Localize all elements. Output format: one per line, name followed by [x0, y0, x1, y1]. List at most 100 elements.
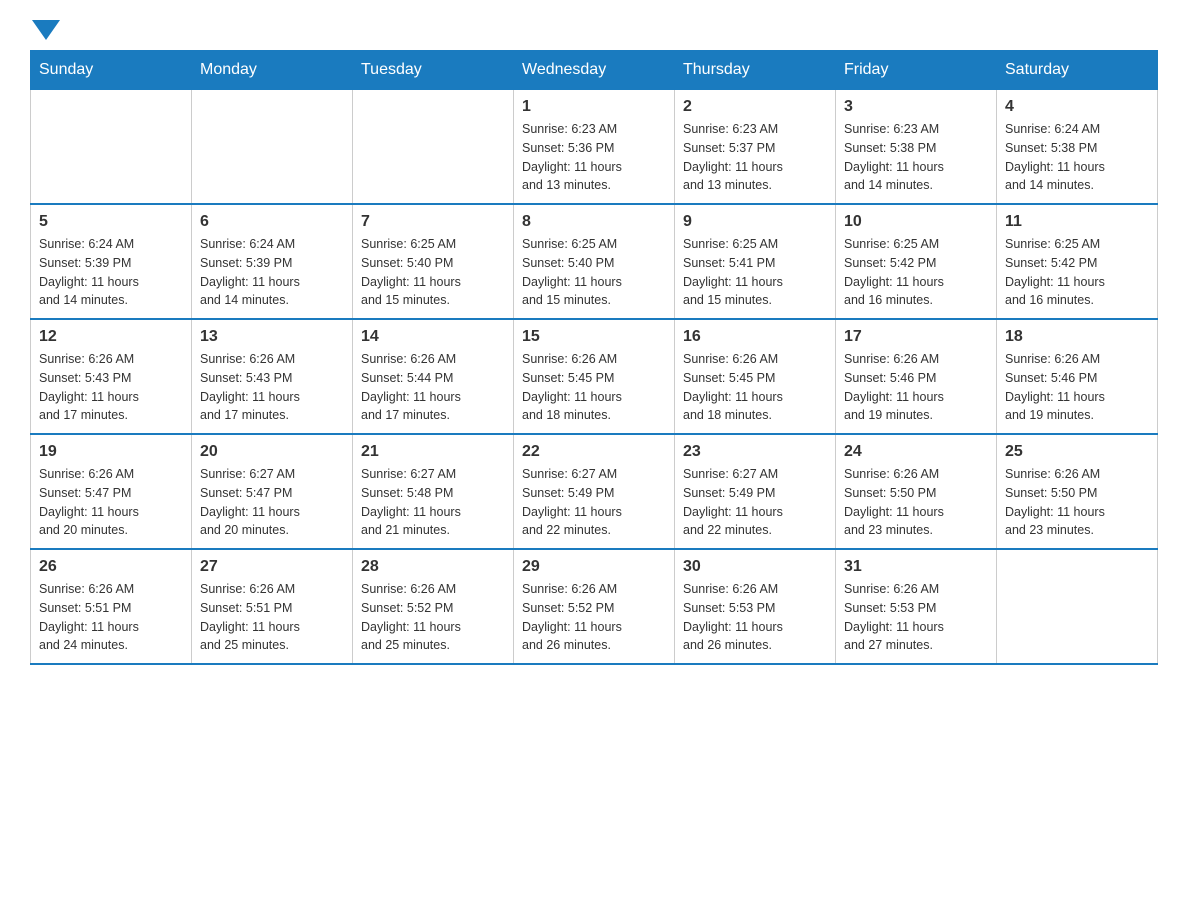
calendar-cell [31, 90, 192, 205]
calendar-cell: 7 Sunrise: 6:25 AM Sunset: 5:40 PM Daylig… [353, 204, 514, 319]
day-number: 19 [39, 443, 183, 461]
day-number: 5 [39, 213, 183, 231]
day-info: Sunrise: 6:26 AM Sunset: 5:47 PM Dayligh… [39, 465, 183, 540]
calendar-cell: 2 Sunrise: 6:23 AM Sunset: 5:37 PM Daylig… [675, 90, 836, 205]
calendar-cell: 12 Sunrise: 6:26 AM Sunset: 5:43 PM Dayli… [31, 319, 192, 434]
day-number: 22 [522, 443, 666, 461]
day-number: 29 [522, 558, 666, 576]
calendar-cell [192, 90, 353, 205]
calendar-week-row: 26 Sunrise: 6:26 AM Sunset: 5:51 PM Dayli… [31, 549, 1158, 664]
day-number: 9 [683, 213, 827, 231]
calendar-week-row: 1Sunrise: 6:23 AM Sunset: 5:36 PM Daylig… [31, 90, 1158, 205]
day-number: 14 [361, 328, 505, 346]
day-info: Sunrise: 6:23 AM Sunset: 5:38 PM Dayligh… [844, 120, 988, 195]
weekday-header-friday: Friday [836, 51, 997, 90]
calendar-cell: 14 Sunrise: 6:26 AM Sunset: 5:44 PM Dayli… [353, 319, 514, 434]
calendar-cell: 9 Sunrise: 6:25 AM Sunset: 5:41 PM Daylig… [675, 204, 836, 319]
day-number: 2 [683, 98, 827, 116]
calendar-cell: 20 Sunrise: 6:27 AM Sunset: 5:47 PM Dayli… [192, 434, 353, 549]
day-info: Sunrise: 6:26 AM Sunset: 5:52 PM Dayligh… [361, 580, 505, 655]
day-number: 12 [39, 328, 183, 346]
calendar-body: 1Sunrise: 6:23 AM Sunset: 5:36 PM Daylig… [31, 90, 1158, 665]
day-info: Sunrise: 6:26 AM Sunset: 5:45 PM Dayligh… [683, 350, 827, 425]
day-info: Sunrise: 6:26 AM Sunset: 5:51 PM Dayligh… [39, 580, 183, 655]
calendar-cell: 5Sunrise: 6:24 AM Sunset: 5:39 PM Daylig… [31, 204, 192, 319]
day-number: 13 [200, 328, 344, 346]
day-info: Sunrise: 6:26 AM Sunset: 5:50 PM Dayligh… [1005, 465, 1149, 540]
weekday-header-sunday: Sunday [31, 51, 192, 90]
day-info: Sunrise: 6:23 AM Sunset: 5:37 PM Dayligh… [683, 120, 827, 195]
day-number: 15 [522, 328, 666, 346]
calendar-cell: 23Sunrise: 6:27 AM Sunset: 5:49 PM Dayli… [675, 434, 836, 549]
day-info: Sunrise: 6:24 AM Sunset: 5:38 PM Dayligh… [1005, 120, 1149, 195]
day-info: Sunrise: 6:26 AM Sunset: 5:53 PM Dayligh… [683, 580, 827, 655]
calendar-cell: 17 Sunrise: 6:26 AM Sunset: 5:46 PM Dayli… [836, 319, 997, 434]
weekday-header-row: SundayMondayTuesdayWednesdayThursdayFrid… [31, 51, 1158, 90]
day-number: 7 [361, 213, 505, 231]
day-number: 31 [844, 558, 988, 576]
day-number: 1 [522, 98, 666, 116]
day-number: 6 [200, 213, 344, 231]
day-info: Sunrise: 6:26 AM Sunset: 5:44 PM Dayligh… [361, 350, 505, 425]
calendar-cell: 28 Sunrise: 6:26 AM Sunset: 5:52 PM Dayli… [353, 549, 514, 664]
day-info: Sunrise: 6:25 AM Sunset: 5:42 PM Dayligh… [844, 235, 988, 310]
day-info: Sunrise: 6:24 AM Sunset: 5:39 PM Dayligh… [200, 235, 344, 310]
calendar-cell: 31 Sunrise: 6:26 AM Sunset: 5:53 PM Dayli… [836, 549, 997, 664]
calendar-cell: 27 Sunrise: 6:26 AM Sunset: 5:51 PM Dayli… [192, 549, 353, 664]
logo-triangle-icon [32, 20, 60, 40]
day-number: 26 [39, 558, 183, 576]
day-info: Sunrise: 6:26 AM Sunset: 5:46 PM Dayligh… [844, 350, 988, 425]
day-info: Sunrise: 6:26 AM Sunset: 5:43 PM Dayligh… [39, 350, 183, 425]
calendar-cell: 8 Sunrise: 6:25 AM Sunset: 5:40 PM Daylig… [514, 204, 675, 319]
calendar-cell: 25Sunrise: 6:26 AM Sunset: 5:50 PM Dayli… [997, 434, 1158, 549]
weekday-header-thursday: Thursday [675, 51, 836, 90]
day-info: Sunrise: 6:26 AM Sunset: 5:51 PM Dayligh… [200, 580, 344, 655]
calendar-cell: 6 Sunrise: 6:24 AM Sunset: 5:39 PM Daylig… [192, 204, 353, 319]
calendar-cell: 16 Sunrise: 6:26 AM Sunset: 5:45 PM Dayli… [675, 319, 836, 434]
calendar-header: SundayMondayTuesdayWednesdayThursdayFrid… [31, 51, 1158, 90]
calendar-table: SundayMondayTuesdayWednesdayThursdayFrid… [30, 50, 1158, 665]
calendar-cell: 18 Sunrise: 6:26 AM Sunset: 5:46 PM Dayli… [997, 319, 1158, 434]
day-number: 27 [200, 558, 344, 576]
weekday-header-tuesday: Tuesday [353, 51, 514, 90]
day-number: 8 [522, 213, 666, 231]
calendar-cell: 26 Sunrise: 6:26 AM Sunset: 5:51 PM Dayli… [31, 549, 192, 664]
day-number: 11 [1005, 213, 1149, 231]
day-number: 3 [844, 98, 988, 116]
day-number: 20 [200, 443, 344, 461]
day-number: 23 [683, 443, 827, 461]
day-number: 30 [683, 558, 827, 576]
day-number: 18 [1005, 328, 1149, 346]
day-info: Sunrise: 6:25 AM Sunset: 5:41 PM Dayligh… [683, 235, 827, 310]
calendar-cell: 1Sunrise: 6:23 AM Sunset: 5:36 PM Daylig… [514, 90, 675, 205]
weekday-header-monday: Monday [192, 51, 353, 90]
weekday-header-saturday: Saturday [997, 51, 1158, 90]
calendar-cell: 21Sunrise: 6:27 AM Sunset: 5:48 PM Dayli… [353, 434, 514, 549]
weekday-header-wednesday: Wednesday [514, 51, 675, 90]
day-info: Sunrise: 6:25 AM Sunset: 5:40 PM Dayligh… [522, 235, 666, 310]
day-info: Sunrise: 6:26 AM Sunset: 5:53 PM Dayligh… [844, 580, 988, 655]
day-info: Sunrise: 6:27 AM Sunset: 5:49 PM Dayligh… [522, 465, 666, 540]
day-number: 16 [683, 328, 827, 346]
day-info: Sunrise: 6:27 AM Sunset: 5:47 PM Dayligh… [200, 465, 344, 540]
day-info: Sunrise: 6:25 AM Sunset: 5:40 PM Dayligh… [361, 235, 505, 310]
day-info: Sunrise: 6:26 AM Sunset: 5:43 PM Dayligh… [200, 350, 344, 425]
day-number: 17 [844, 328, 988, 346]
day-number: 28 [361, 558, 505, 576]
calendar-cell: 22 Sunrise: 6:27 AM Sunset: 5:49 PM Dayli… [514, 434, 675, 549]
day-info: Sunrise: 6:26 AM Sunset: 5:45 PM Dayligh… [522, 350, 666, 425]
calendar-week-row: 12 Sunrise: 6:26 AM Sunset: 5:43 PM Dayli… [31, 319, 1158, 434]
calendar-week-row: 19 Sunrise: 6:26 AM Sunset: 5:47 PM Dayli… [31, 434, 1158, 549]
calendar-cell: 4 Sunrise: 6:24 AM Sunset: 5:38 PM Daylig… [997, 90, 1158, 205]
calendar-cell: 15 Sunrise: 6:26 AM Sunset: 5:45 PM Dayli… [514, 319, 675, 434]
day-number: 4 [1005, 98, 1149, 116]
day-number: 21 [361, 443, 505, 461]
day-info: Sunrise: 6:26 AM Sunset: 5:46 PM Dayligh… [1005, 350, 1149, 425]
day-number: 24 [844, 443, 988, 461]
logo [30, 20, 62, 40]
day-info: Sunrise: 6:25 AM Sunset: 5:42 PM Dayligh… [1005, 235, 1149, 310]
calendar-cell: 10Sunrise: 6:25 AM Sunset: 5:42 PM Dayli… [836, 204, 997, 319]
page-header [30, 20, 1158, 40]
calendar-cell [353, 90, 514, 205]
calendar-week-row: 5 Sunrise: 6:24 AM Sunset: 5:39 PM Daylig… [31, 204, 1158, 319]
